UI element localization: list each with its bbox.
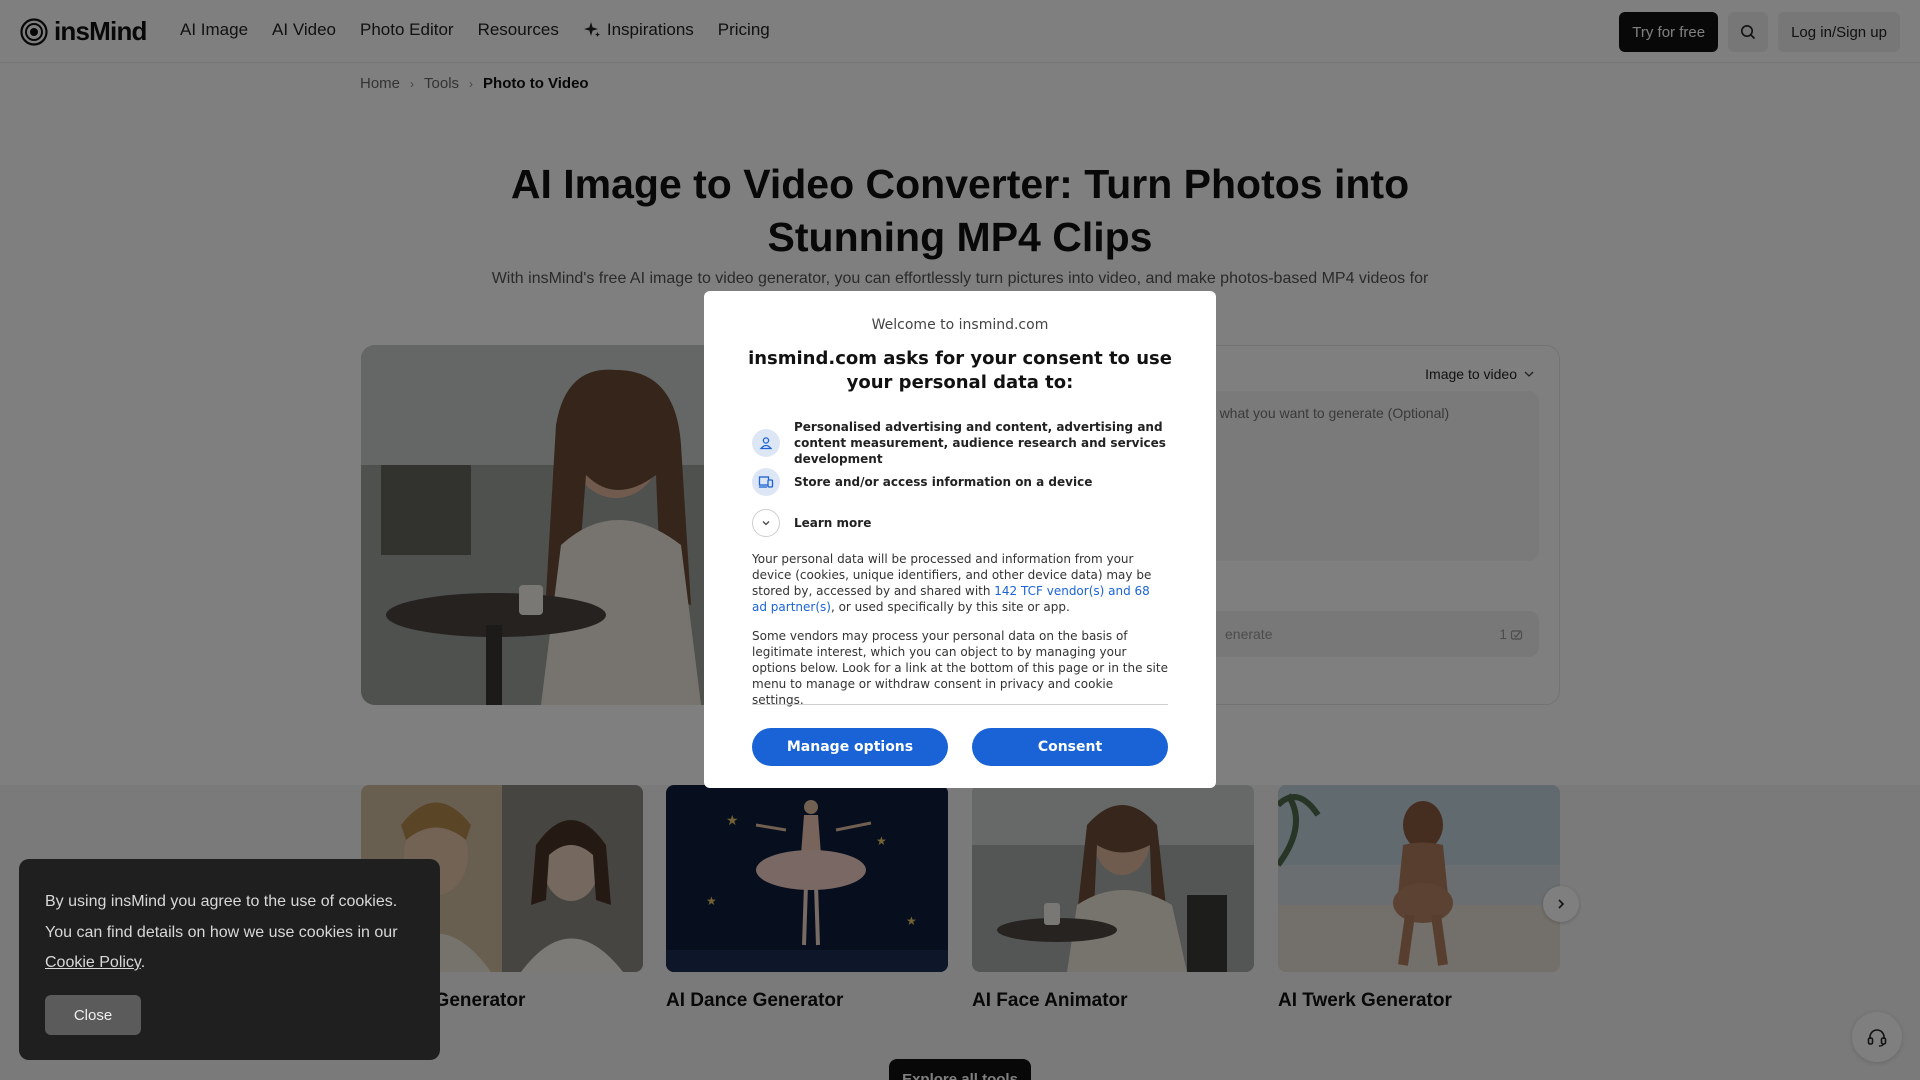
consent-welcome: Welcome to insmind.com (871, 317, 1049, 333)
consent-dialog: Welcome to insmind.com insmind.com asks … (704, 291, 1216, 788)
consent-body-legitimate-interest: Some vendors may process your personal d… (752, 629, 1168, 707)
consent-purpose-device: Store and/or access information on a dev… (752, 468, 1172, 496)
cookie-text: By using insMind you agree to the use of… (45, 893, 398, 941)
consent-body-text: , or used specifically by this site or a… (830, 600, 1070, 614)
consent-button[interactable]: Consent (972, 728, 1168, 766)
cookie-close-button[interactable]: Close (45, 995, 141, 1035)
purpose-text: Personalised advertising and content, ad… (794, 420, 1166, 466)
cookie-policy-link[interactable]: Cookie Policy (45, 954, 141, 971)
cookie-notice-text: By using insMind you agree to the use of… (45, 887, 414, 979)
consent-body-vendors: Your personal data will be processed and… (752, 551, 1168, 615)
purpose-text: Store and/or access information on a dev… (794, 475, 1093, 489)
consent-purpose-advertising: Personalised advertising and content, ad… (752, 419, 1172, 467)
consent-heading: insmind.com asks for your consent to use… (748, 348, 1172, 393)
person-icon (752, 429, 780, 457)
cookie-notice: By using insMind you agree to the use of… (19, 859, 440, 1060)
manage-options-button[interactable]: Manage options (752, 728, 948, 766)
learn-more-toggle[interactable]: Learn more (752, 509, 1172, 537)
cookie-text-end: . (140, 954, 146, 971)
devices-icon (752, 468, 780, 496)
chevron-down-icon (752, 509, 780, 537)
divider (752, 704, 1168, 705)
learn-more-label: Learn more (794, 516, 872, 530)
